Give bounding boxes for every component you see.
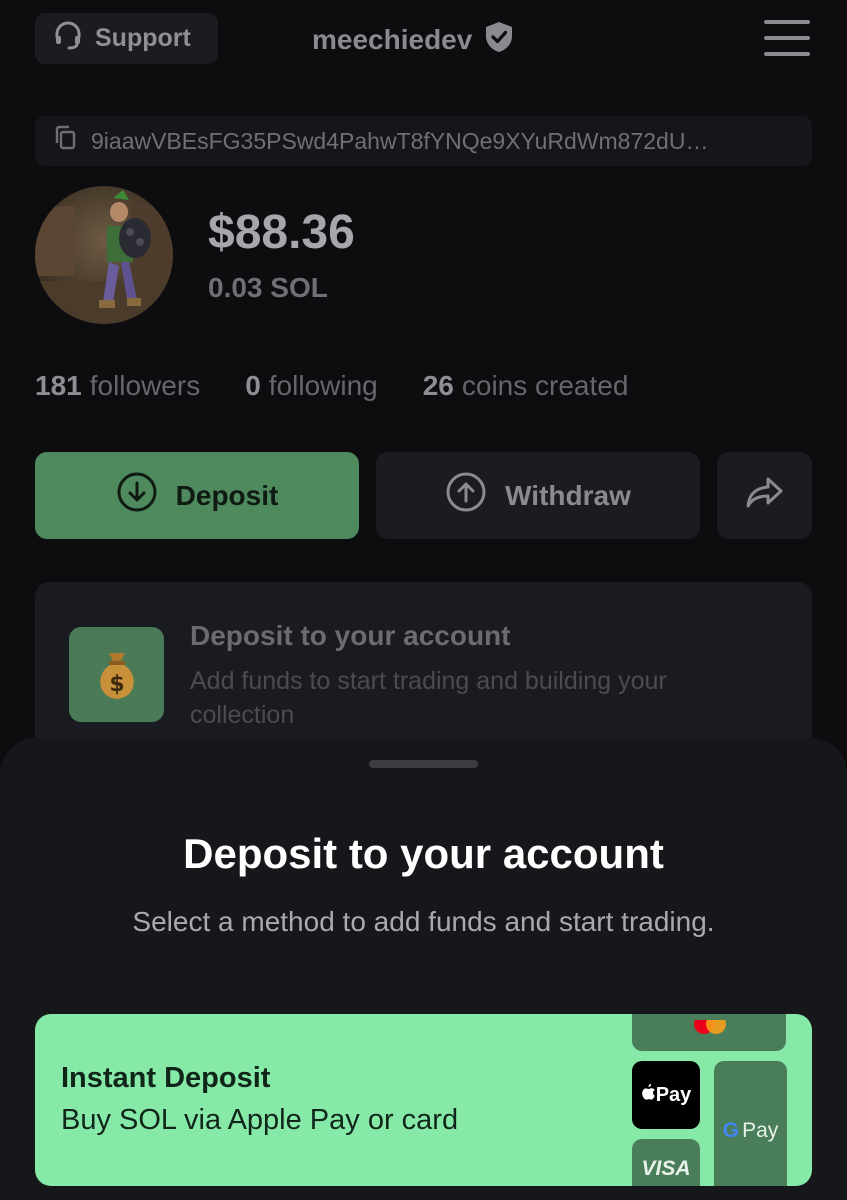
sheet-subtitle: Select a method to add funds and start t… <box>132 906 715 937</box>
visa-tile: VISA <box>632 1139 700 1186</box>
support-label: Support <box>95 24 191 52</box>
following-count: 0 <box>245 370 261 401</box>
balance-sol: 0.03 SOL <box>208 272 328 303</box>
google-pay-tile: G Pay <box>714 1061 787 1186</box>
copy-icon[interactable] <box>53 125 77 157</box>
deposit-label: Deposit <box>175 479 279 511</box>
menu-icon[interactable] <box>764 20 810 56</box>
withdraw-button[interactable]: Withdraw <box>376 452 700 539</box>
apple-pay-tile: Pay <box>632 1061 700 1129</box>
svg-text:$: $ <box>109 672 124 697</box>
avatar[interactable] <box>35 186 173 324</box>
followers-count: 181 <box>35 370 82 401</box>
share-arrow-icon <box>744 471 786 520</box>
instant-deposit-option[interactable]: Instant Deposit Buy SOL via Apple Pay or… <box>35 1014 812 1186</box>
deposit-button[interactable]: Deposit <box>35 452 359 539</box>
support-button[interactable]: Support <box>35 13 218 64</box>
sheet-title: Deposit to your account <box>183 830 664 877</box>
withdraw-label: Withdraw <box>505 479 631 511</box>
money-bag-icon: $ <box>69 627 164 722</box>
coins-count: 26 <box>422 370 454 401</box>
followers-stat[interactable]: 181 followers <box>35 370 200 402</box>
deposit-bottom-sheet: Deposit to your account Select a method … <box>0 738 847 1200</box>
instant-deposit-title: Instant Deposit <box>61 1062 271 1094</box>
visa-label: VISA <box>641 1157 691 1180</box>
coins-created-stat[interactable]: 26 coins created <box>423 370 629 402</box>
arrow-down-circle-icon <box>116 471 158 520</box>
deposit-card-subtitle: Add funds to start trading and building … <box>190 667 667 729</box>
followers-label: followers <box>89 370 201 401</box>
deposit-card-title: Deposit to your account <box>190 620 511 651</box>
apple-pay-label: Pay <box>655 1083 692 1106</box>
wallet-address[interactable]: 9iaawVBEsFG35PSwd4PahwT8fYNQe9XYuRdWm872… <box>35 116 812 166</box>
instant-deposit-subtitle: Buy SOL via Apple Pay or card <box>61 1104 459 1136</box>
arrow-up-circle-icon <box>445 471 487 520</box>
google-g-icon: G <box>722 1119 740 1142</box>
mastercard-tile <box>632 1014 786 1051</box>
username-title: meechiedev <box>312 20 514 60</box>
balance-usd: $88.36 <box>208 206 355 259</box>
apple-logo-icon <box>641 1083 656 1107</box>
username-label: meechiedev <box>312 24 473 55</box>
following-stat[interactable]: 0 following <box>245 370 378 402</box>
wallet-address-text: 9iaawVBEsFG35PSwd4PahwT8fYNQe9XYuRdWm872… <box>91 127 709 154</box>
coins-label: coins created <box>461 370 629 401</box>
following-label: following <box>268 370 378 401</box>
profile-stats: 181 followers 0 following 26 coins created <box>35 370 628 402</box>
google-pay-label: Pay <box>742 1119 779 1142</box>
sheet-grabber-handle[interactable] <box>369 760 478 768</box>
share-button[interactable] <box>717 452 812 539</box>
headset-icon <box>53 20 83 57</box>
mastercard-icon <box>694 1020 726 1034</box>
verified-shield-icon <box>484 21 514 60</box>
